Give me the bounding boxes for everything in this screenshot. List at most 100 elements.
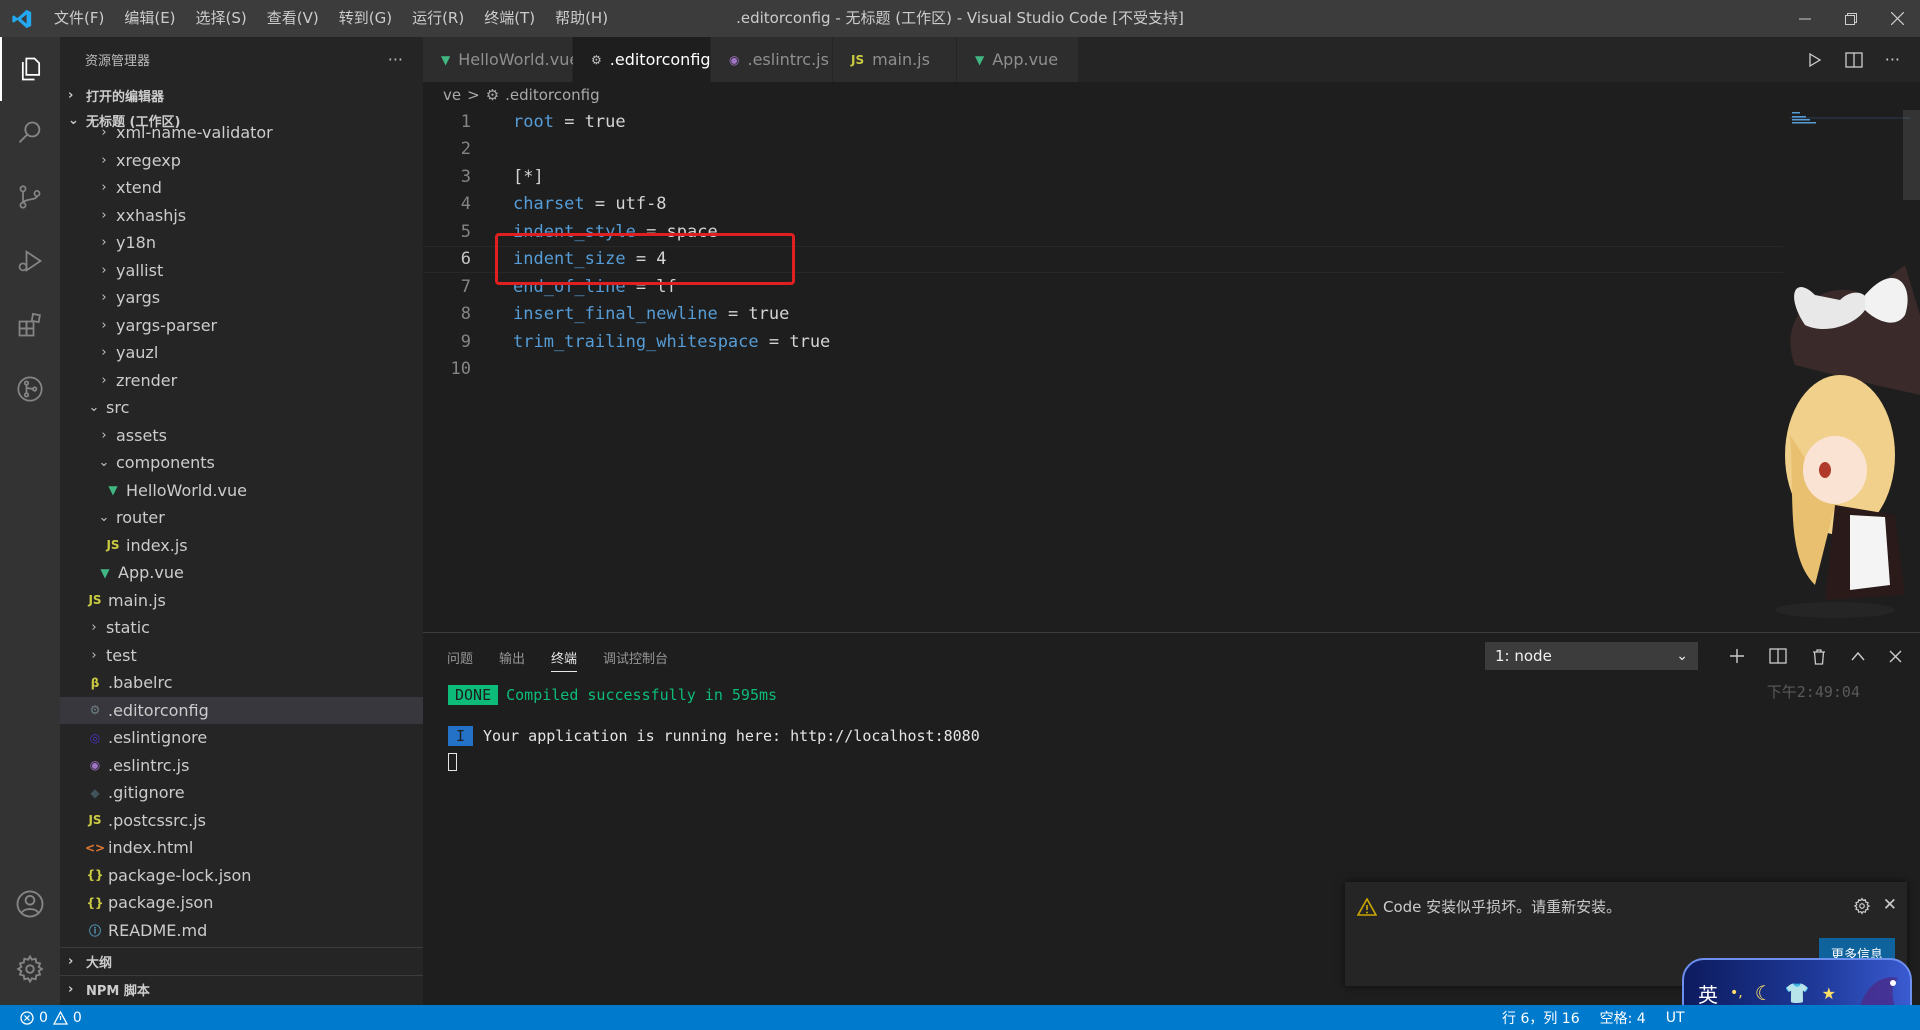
minimap[interactable] [1790, 110, 1910, 130]
trash-icon[interactable] [1811, 648, 1827, 665]
close-panel-icon[interactable] [1889, 650, 1902, 663]
tree-item[interactable]: › xtend [60, 174, 423, 202]
tree-item[interactable]: {} package-lock.json [60, 862, 423, 890]
problems-indicator[interactable]: 0 0 [0, 1010, 82, 1026]
tree-item[interactable]: › y18n [60, 229, 423, 257]
menu-terminal[interactable]: 终端(T) [474, 0, 545, 37]
tree-item[interactable]: ⌄ src [60, 394, 423, 422]
search-icon[interactable] [0, 101, 60, 165]
open-editors-section[interactable]: › 打开的编辑器 [60, 81, 423, 109]
more-actions-icon[interactable]: ··· [388, 50, 403, 69]
window-controls [1782, 0, 1920, 37]
ime-star-icon[interactable]: ★ [1822, 984, 1836, 1003]
terminal-output[interactable]: DONE Compiled successfully in 595ms I Yo… [448, 681, 980, 771]
code-editor[interactable]: 1 root = true 2 3 [*] 4 charset = utf-8 5 indent… [423, 108, 1783, 628]
tab-appvue[interactable]: ▼ App.vue [957, 37, 1079, 82]
tree-item[interactable]: › assets [60, 422, 423, 450]
menu-help[interactable]: 帮助(H) [545, 0, 618, 37]
indentation[interactable]: 空格: 4 [1600, 1008, 1646, 1028]
tree-item[interactable]: <> index.html [60, 834, 423, 862]
tree-item[interactable]: ⌄ router [60, 504, 423, 532]
tree-item[interactable]: JS main.js [60, 587, 423, 615]
tree-item[interactable]: ▼ App.vue [60, 559, 423, 587]
settings-gear-icon[interactable] [0, 937, 60, 1001]
tab-mainjs[interactable]: JS main.js [833, 37, 957, 82]
tree-item[interactable]: ⌄ components [60, 449, 423, 477]
outline-section[interactable]: › 大纲 [60, 947, 423, 975]
tree-item[interactable]: ⓘ README.md [60, 917, 423, 945]
close-window-icon[interactable] [1874, 0, 1920, 37]
ime-punctuation-icon[interactable]: •, [1730, 985, 1743, 1001]
chevron-right-icon: › [101, 317, 107, 333]
tree-item-label: HelloWorld.vue [126, 480, 247, 500]
tree-item[interactable]: › xml-name-validator [60, 119, 423, 147]
menu-edit[interactable]: 编辑(E) [114, 0, 185, 37]
close-notification-icon[interactable]: ✕ [1883, 895, 1897, 915]
menu-run[interactable]: 运行(R) [402, 0, 474, 37]
notification-settings-icon[interactable] [1853, 897, 1871, 919]
new-terminal-icon[interactable] [1729, 648, 1745, 664]
warning-count: 0 [72, 1009, 82, 1026]
tree-item[interactable]: JS .postcssrc.js [60, 807, 423, 835]
tab-problems[interactable]: 问题 [447, 648, 473, 667]
run-icon[interactable] [1807, 52, 1823, 68]
breadcrumb-folder[interactable]: ve [443, 86, 461, 104]
ime-moon-icon[interactable]: ☾ [1755, 981, 1773, 1005]
menu-view[interactable]: 查看(V) [257, 0, 329, 37]
tab-debug-console[interactable]: 调试控制台 [603, 648, 668, 667]
restore-icon[interactable] [1828, 0, 1874, 37]
tab-output[interactable]: 输出 [499, 648, 525, 667]
tree-item[interactable]: ⚙ .editorconfig [60, 696, 423, 724]
explorer-icon[interactable] [0, 37, 60, 101]
minimize-icon[interactable] [1782, 0, 1828, 37]
menu-file[interactable]: 文件(F) [44, 0, 114, 37]
tab-eslintrcjs[interactable]: ◉ .eslintrc.js [711, 37, 833, 82]
anime-character-decoration [1775, 265, 1920, 618]
tree-item[interactable]: › yauzl [60, 339, 423, 367]
breadcrumb-separator: > [467, 86, 480, 104]
line-number: 8 [460, 304, 471, 325]
tree-item[interactable]: › xregexp [60, 147, 423, 175]
tab-editorconfig[interactable]: ⚙.editorconfig✕ [573, 37, 734, 82]
tree-item[interactable]: › static [60, 614, 423, 642]
terminal-select[interactable]: 1: node ⌄ [1485, 642, 1698, 670]
maximize-panel-icon[interactable] [1851, 651, 1865, 661]
tree-item[interactable]: β .babelrc [60, 669, 423, 697]
tree-item[interactable]: › yallist [60, 257, 423, 285]
ime-skin-icon[interactable]: 👕 [1785, 981, 1810, 1005]
tree-item-label: index.html [108, 838, 194, 858]
menu-go[interactable]: 转到(G) [329, 0, 402, 37]
gitlens-icon[interactable] [0, 357, 60, 421]
tree-item[interactable]: {} package.json [60, 889, 423, 917]
json-file-icon: {} [86, 895, 104, 910]
tree-item[interactable]: › yargs [60, 284, 423, 312]
split-terminal-icon[interactable] [1769, 648, 1787, 664]
run-debug-icon[interactable] [0, 229, 60, 293]
breadcrumb-file[interactable]: .editorconfig [505, 86, 599, 104]
tree-item[interactable]: › yargs-parser [60, 312, 423, 340]
tab-terminal[interactable]: 终端 [551, 648, 578, 672]
tree-item[interactable]: › zrender [60, 367, 423, 395]
tree-item[interactable]: ◆ .gitignore [60, 779, 423, 807]
encoding[interactable]: UT [1666, 1010, 1685, 1026]
tab-helloworldvue[interactable]: ▼ HelloWorld.vue [423, 37, 579, 82]
npm-scripts-section[interactable]: › NPM 脚本 [60, 975, 423, 1003]
split-editor-icon[interactable] [1845, 51, 1863, 68]
editor-more-icon[interactable]: ··· [1885, 50, 1900, 69]
source-control-icon[interactable] [0, 165, 60, 229]
tree-item[interactable]: ◉ .eslintrc.js [60, 752, 423, 780]
tree-item[interactable]: ▼ HelloWorld.vue [60, 477, 423, 505]
tree-item[interactable]: › xxhashjs [60, 202, 423, 230]
tree-item-label: .postcssrc.js [108, 810, 206, 830]
editor-scrollbar[interactable] [1903, 110, 1920, 200]
status-bar: 0 0 行 6，列 16 空格: 4 UT [0, 1005, 1920, 1030]
extensions-icon[interactable] [0, 293, 60, 357]
menu-selection[interactable]: 选择(S) [186, 0, 257, 37]
tree-item[interactable]: ◎ .eslintignore [60, 724, 423, 752]
cursor-position[interactable]: 行 6，列 16 [1502, 1008, 1580, 1028]
account-icon[interactable] [0, 872, 60, 936]
tree-item[interactable]: JS index.js [60, 532, 423, 560]
line-number: 7 [460, 276, 471, 297]
tree-item[interactable]: › test [60, 642, 423, 670]
ime-language-label[interactable]: 英 [1698, 979, 1718, 1008]
